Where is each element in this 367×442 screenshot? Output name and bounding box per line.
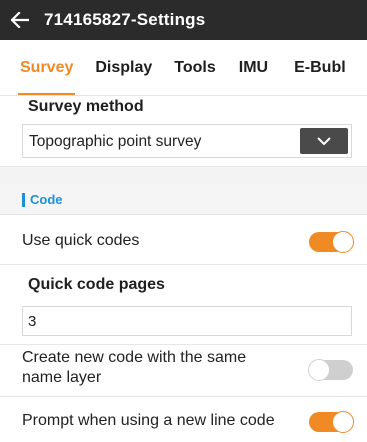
arrow-left-icon[interactable] <box>0 0 40 40</box>
create-new-code-toggle[interactable] <box>308 359 353 381</box>
quick-code-pages-label: Quick code pages <box>28 276 165 293</box>
title-bar: 714165827-Settings <box>0 0 367 40</box>
quick-code-pages-input[interactable]: 3 <box>22 306 352 336</box>
page-title: 714165827-Settings <box>44 10 206 29</box>
tab-bar: Survey Display Tools IMU E-Bubl <box>0 40 367 96</box>
create-new-code-label-line2: name layer <box>22 369 102 386</box>
divider <box>0 166 367 167</box>
toggle-knob <box>332 411 354 433</box>
survey-method-select[interactable]: Topographic point survey <box>22 124 352 158</box>
toggle-knob <box>308 359 330 381</box>
divider <box>0 344 367 345</box>
use-quick-codes-label: Use quick codes <box>22 232 140 249</box>
section-accent-bar <box>22 192 25 207</box>
toggle-knob <box>332 231 354 253</box>
chevron-down-icon[interactable] <box>300 128 348 154</box>
use-quick-codes-toggle[interactable] <box>309 231 354 253</box>
divider <box>0 264 367 265</box>
tab-display[interactable]: Display <box>95 40 152 95</box>
prompt-new-line-code-label: Prompt when using a new line code <box>22 412 275 429</box>
create-new-code-label-line1: Create new code with the same <box>22 349 247 366</box>
tab-survey[interactable]: Survey <box>17 40 76 95</box>
tab-tools[interactable]: Tools <box>174 40 215 95</box>
divider <box>0 396 367 397</box>
code-section-title: Code <box>30 192 63 207</box>
prompt-new-line-code-toggle[interactable] <box>309 411 354 433</box>
section-divider <box>0 166 367 184</box>
tab-imu[interactable]: IMU <box>239 40 268 95</box>
tab-e-bubble[interactable]: E-Bubl <box>294 40 346 95</box>
divider <box>0 214 367 215</box>
code-section-header: Code <box>22 192 63 207</box>
survey-method-value: Topographic point survey <box>29 133 202 150</box>
quick-code-pages-value: 3 <box>28 313 37 330</box>
survey-method-label: Survey method <box>28 98 144 115</box>
